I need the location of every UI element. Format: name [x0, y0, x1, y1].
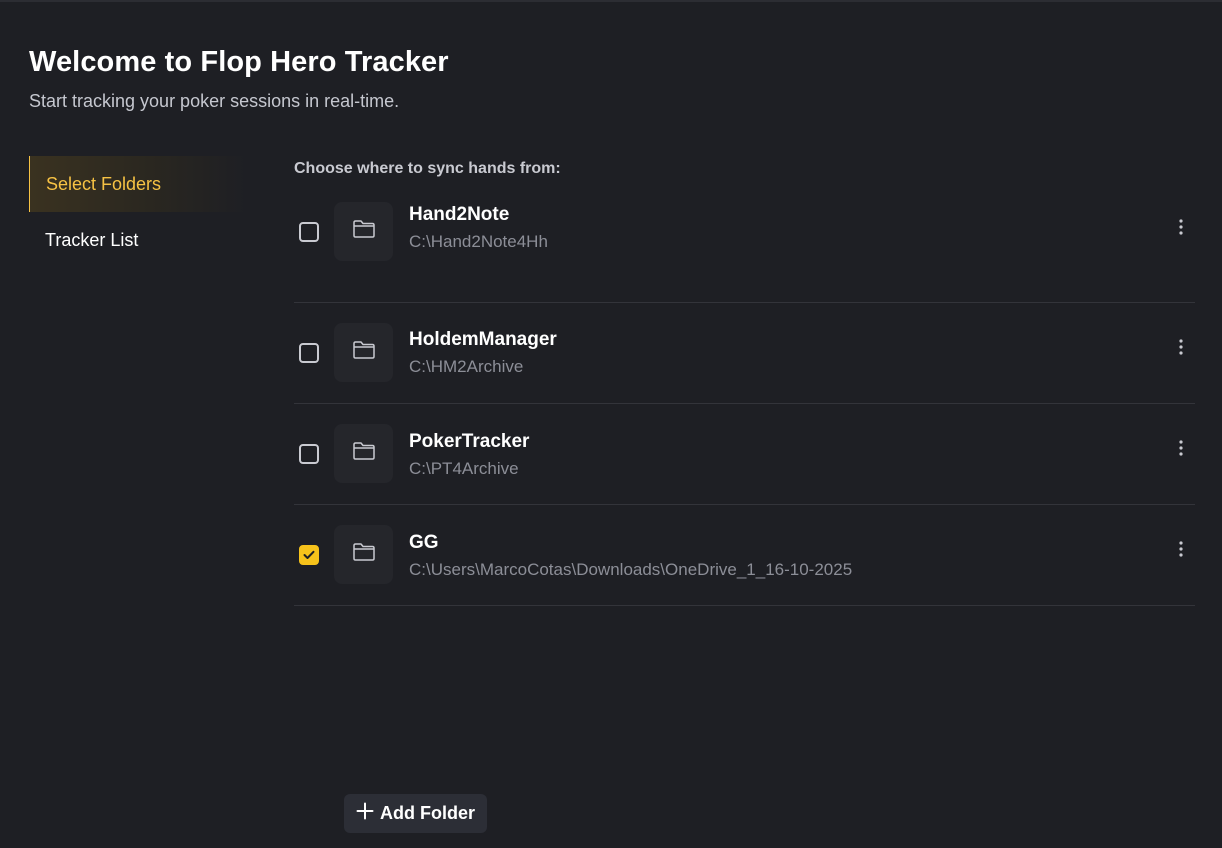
folder-icon: [352, 542, 376, 567]
folder-name: GG: [409, 532, 439, 553]
sidebar-item-tracker-list[interactable]: Tracker List: [29, 212, 247, 268]
more-options-button[interactable]: [1173, 540, 1189, 562]
kebab-menu-icon: [1179, 338, 1183, 360]
more-options-button[interactable]: [1173, 439, 1189, 461]
app-window: Welcome to Flop Hero Tracker Start track…: [0, 0, 1222, 848]
add-folder-label: Add Folder: [380, 803, 475, 823]
folder-icon: [352, 219, 376, 244]
kebab-menu-icon: [1179, 218, 1183, 240]
folder-name: Hand2Note: [409, 204, 510, 225]
folder-tile: [334, 424, 393, 483]
folder-path: C:\HM2Archive: [409, 357, 524, 376]
folder-tile: [334, 202, 393, 261]
folder-checkbox[interactable]: [299, 545, 319, 565]
kebab-menu-icon: [1179, 439, 1183, 461]
page-title: Welcome to Flop Hero Tracker: [29, 46, 449, 78]
folder-row-holdemmanager: HoldemManager C:\HM2Archive: [294, 303, 1195, 404]
sidebar-item-select-folders[interactable]: Select Folders: [29, 156, 247, 212]
sidebar-item-label: Tracker List: [45, 229, 139, 250]
folder-row-pokertracker: PokerTracker C:\PT4Archive: [294, 404, 1195, 505]
folder-tile: [334, 323, 393, 382]
folder-name: PokerTracker: [409, 431, 530, 452]
folder-list: Hand2Note C:\Hand2Note4Hh HoldemManager …: [294, 202, 1195, 606]
sidebar: Select Folders Tracker List: [29, 156, 247, 268]
page-header: Welcome to Flop Hero Tracker Start track…: [29, 46, 449, 112]
folder-path: C:\Hand2Note4Hh: [409, 232, 548, 251]
more-options-button[interactable]: [1173, 338, 1189, 360]
folder-name: HoldemManager: [409, 329, 557, 350]
add-folder-button[interactable]: Add Folder: [344, 794, 487, 833]
folder-checkbox[interactable]: [299, 222, 319, 242]
section-label: Choose where to sync hands from:: [294, 160, 561, 177]
page-subtitle: Start tracking your poker sessions in re…: [29, 91, 400, 111]
folder-icon: [352, 340, 376, 365]
folder-tile: [334, 525, 393, 584]
folder-path: C:\PT4Archive: [409, 459, 519, 478]
folder-row-hand2note: Hand2Note C:\Hand2Note4Hh: [294, 202, 1195, 303]
folder-checkbox[interactable]: [299, 444, 319, 464]
folder-path: C:\Users\MarcoCotas\Downloads\OneDrive_1…: [409, 560, 853, 579]
window-top-border: [0, 0, 1222, 2]
sidebar-item-label: Select Folders: [46, 173, 162, 194]
plus-icon: [356, 802, 374, 825]
more-options-button[interactable]: [1173, 218, 1189, 240]
folder-row-gg: GG C:\Users\MarcoCotas\Downloads\OneDriv…: [294, 505, 1195, 606]
folder-checkbox[interactable]: [299, 343, 319, 363]
folder-icon: [352, 441, 376, 466]
checkmark-icon: [303, 550, 315, 560]
kebab-menu-icon: [1179, 540, 1183, 562]
main-content: Choose where to sync hands from: Hand2No…: [294, 160, 1195, 606]
